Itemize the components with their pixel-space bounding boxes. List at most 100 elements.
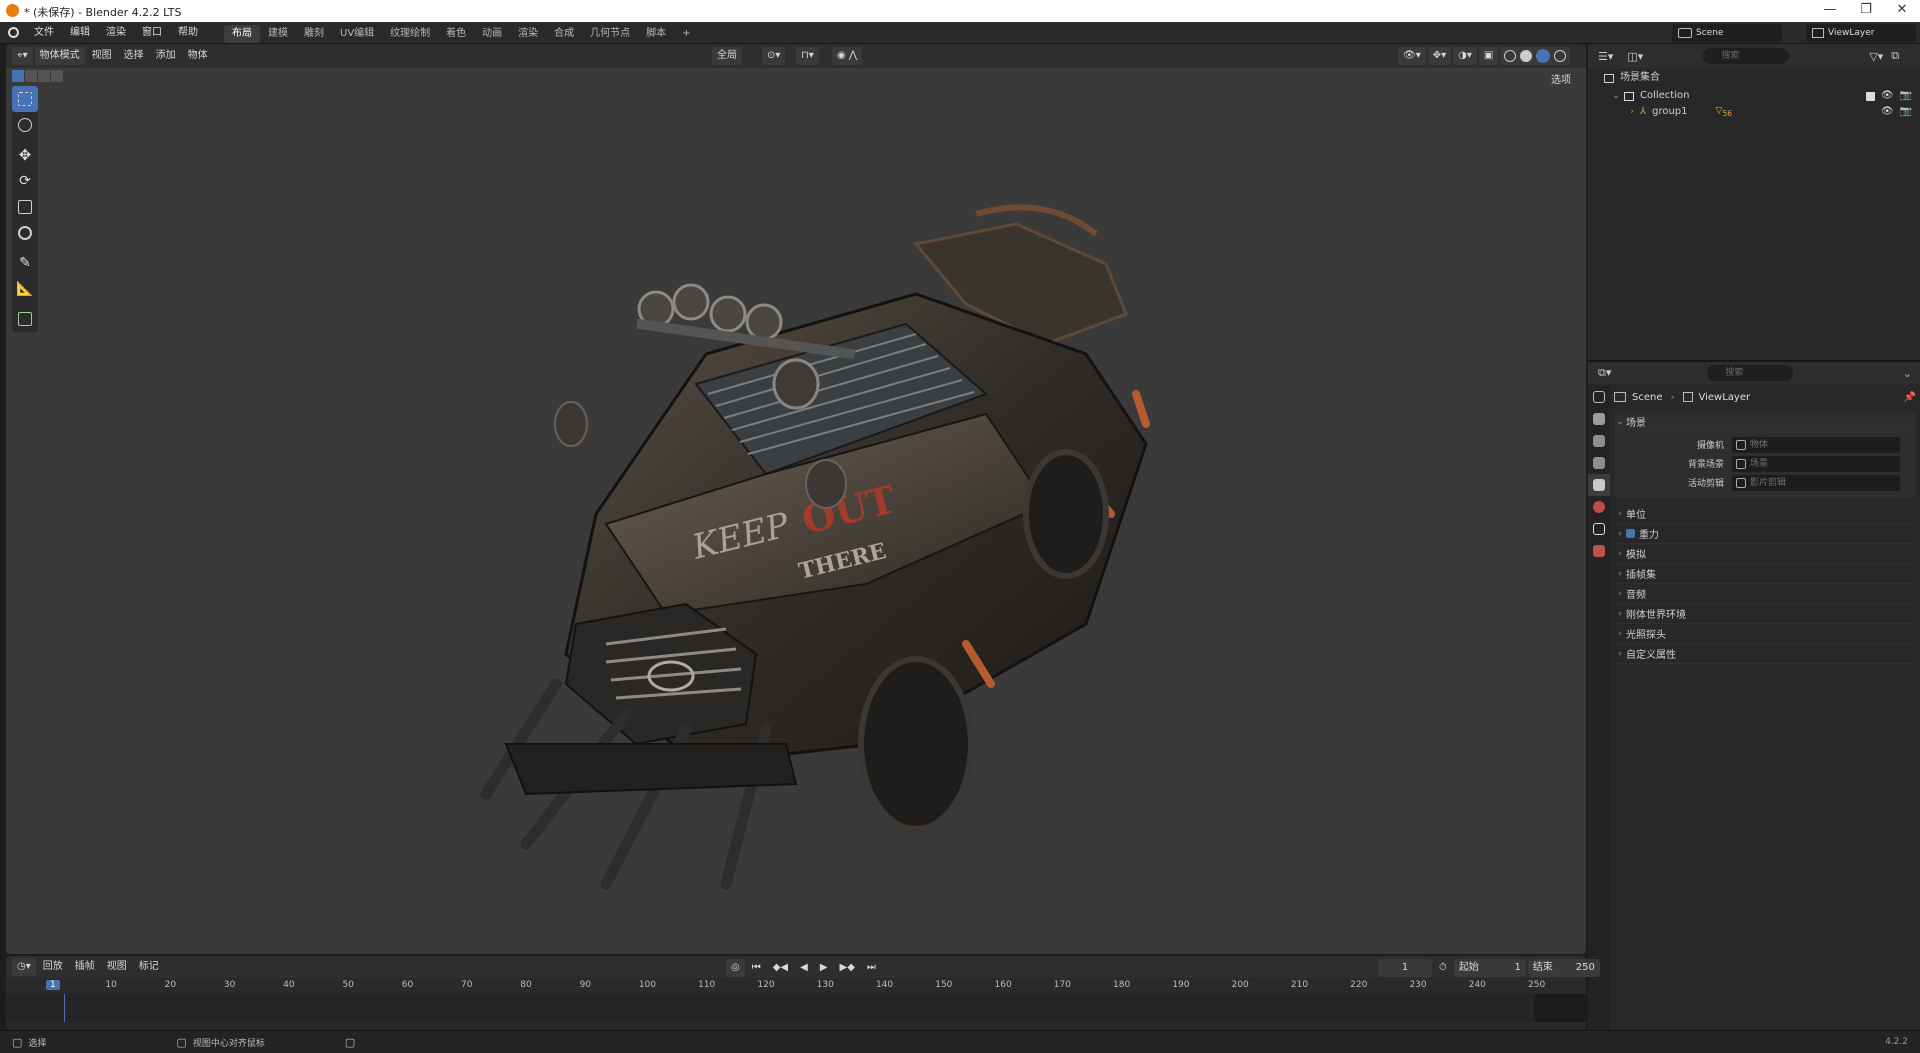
tab-uv-editing[interactable]: UV编辑	[332, 25, 382, 43]
stopwatch-icon[interactable]: ⏱	[1434, 959, 1452, 977]
start-frame-field[interactable]: 起始 1	[1453, 959, 1526, 977]
tab-rendering[interactable]: 渲染	[510, 25, 546, 43]
menu-add[interactable]: 添加	[151, 47, 181, 65]
collection-row[interactable]: ⌄ Collection 👁 📷	[1588, 88, 1920, 104]
select-subtract-icon[interactable]	[38, 70, 50, 82]
tab-texture-paint[interactable]: 纹理绘制	[382, 25, 438, 43]
texture-tab-icon[interactable]	[1588, 540, 1610, 562]
properties-search-input[interactable]: 搜索	[1707, 365, 1794, 381]
render-tab-icon[interactable]	[1588, 408, 1610, 430]
gravity-checkbox[interactable]	[1626, 529, 1635, 538]
gravity-section[interactable]: › 重力	[1614, 524, 1916, 544]
material-shading-icon[interactable]	[1536, 49, 1551, 63]
tab-scripting[interactable]: 脚本	[638, 25, 674, 43]
menu-keying[interactable]: 插帧	[70, 958, 100, 976]
tab-modeling[interactable]: 建模	[260, 25, 296, 43]
tab-compositing[interactable]: 合成	[546, 25, 582, 43]
chevron-down-icon[interactable]: ⌄	[1610, 88, 1622, 104]
menu-file[interactable]: 文件	[26, 22, 62, 44]
select-extend-icon[interactable]	[25, 70, 37, 82]
mode-selector[interactable]: 物体模式	[34, 47, 85, 65]
modifier-badge-icon[interactable]: ▽56	[1716, 103, 1732, 122]
annotate-tool[interactable]: ✎	[12, 250, 38, 276]
timeline-editor-icon[interactable]: ◷▾	[12, 958, 36, 976]
select-box-tool[interactable]	[12, 86, 38, 112]
collection-tab-icon[interactable]	[1588, 518, 1610, 540]
world-tab-icon[interactable]	[1588, 496, 1610, 518]
display-mode-icon[interactable]: ◫▾	[1627, 50, 1643, 63]
output-tab-icon[interactable]	[1588, 430, 1610, 452]
jump-start-icon[interactable]: ⏮	[747, 959, 766, 977]
close-button[interactable]: ✕	[1888, 2, 1916, 20]
play-icon[interactable]: ▶	[815, 959, 833, 977]
rigid-body-world-section[interactable]: › 刚体世界环境	[1614, 604, 1916, 624]
transform-orientation-selector[interactable]: 全局	[712, 47, 742, 65]
editor-type-button[interactable]: ⌖▾	[12, 47, 33, 65]
measure-tool[interactable]: 📐	[12, 276, 38, 302]
3d-viewport[interactable]: ⌖▾ 物体模式 视图 选择 添加 物体 全局 ⊙▾ ⊓▾ ◉ ⋀ 👁▾ ✥▾ ◑…	[6, 44, 1586, 954]
options-button[interactable]: 选项	[1546, 72, 1576, 90]
menu-marker[interactable]: 标记	[134, 958, 164, 976]
tab-animation[interactable]: 动画	[474, 25, 510, 43]
view-layer-selector[interactable]: ViewLayer	[1806, 24, 1916, 42]
audio-section[interactable]: › 音频	[1614, 584, 1916, 604]
active-clip-field[interactable]: 影片剪辑	[1732, 474, 1900, 491]
rotate-tool[interactable]: ⟳	[12, 168, 38, 194]
background-scene-field[interactable]: 场景	[1732, 455, 1900, 472]
scene-selector[interactable]: Scene	[1672, 24, 1782, 42]
visibility-icon[interactable]: 👁▾	[1398, 47, 1426, 65]
properties-menu-icon[interactable]: ⌄	[1903, 367, 1912, 380]
blender-menu-icon[interactable]	[0, 22, 26, 44]
new-collection-icon[interactable]: ⧉	[1891, 49, 1899, 63]
properties-editor-icon[interactable]: ⧉▾	[1598, 366, 1611, 380]
light-probes-section[interactable]: › 光照探头	[1614, 624, 1916, 644]
exclude-checkbox-icon[interactable]	[1865, 91, 1875, 101]
menu-help[interactable]: 帮助	[170, 22, 206, 44]
add-workspace-button[interactable]: +	[674, 25, 698, 43]
pivot-point-icon[interactable]: ⊙▾	[762, 47, 786, 65]
simulation-section[interactable]: › 模拟	[1614, 544, 1916, 564]
filter-icon[interactable]: ▽▾	[1869, 50, 1883, 63]
menu-render[interactable]: 渲染	[98, 22, 134, 44]
eye-icon[interactable]: 👁	[1881, 88, 1894, 104]
menu-window[interactable]: 窗口	[134, 22, 170, 44]
select-invert-icon[interactable]	[51, 70, 63, 82]
add-cube-tool[interactable]	[12, 306, 38, 332]
scene-tab-icon[interactable]	[1588, 474, 1610, 496]
xray-icon[interactable]: ▣	[1478, 47, 1499, 65]
end-frame-field[interactable]: 结束 250	[1527, 959, 1600, 977]
tab-shading[interactable]: 着色	[438, 25, 474, 43]
camera-icon[interactable]: 📷	[1900, 88, 1912, 104]
play-reverse-icon[interactable]: ◀	[795, 959, 813, 977]
snap-icon[interactable]: ⊓▾	[796, 47, 819, 65]
pin-icon[interactable]: 📌	[1904, 392, 1916, 403]
jump-end-icon[interactable]: ⏭	[862, 959, 881, 977]
select-new-icon[interactable]	[12, 70, 24, 82]
outliner-search-input[interactable]: 搜索	[1703, 48, 1790, 64]
keying-sets-section[interactable]: › 插帧集	[1614, 564, 1916, 584]
jump-keyframe-back-icon[interactable]: ◆◀	[768, 959, 793, 977]
scene-collection-row[interactable]: 场景集合	[1588, 68, 1920, 88]
frame-ruler[interactable]: 1 10 20 30 40 50 60 70 80 90 100 110 120 130 140 150 16…	[6, 980, 1586, 994]
camera-field[interactable]: 物体	[1732, 436, 1900, 453]
scene-section-header[interactable]: ⌄ 场景	[1614, 412, 1916, 432]
scale-tool[interactable]	[12, 194, 38, 220]
chevron-right-icon[interactable]: ›	[1626, 104, 1638, 120]
proportional-edit-icon[interactable]: ◉ ⋀	[832, 47, 863, 65]
tool-tab-icon[interactable]	[1588, 386, 1610, 408]
playhead-frame[interactable]: 1	[46, 980, 60, 990]
tab-layout[interactable]: 布局	[224, 24, 260, 43]
jump-keyframe-forward-icon[interactable]: ▶◆	[835, 959, 860, 977]
custom-properties-section[interactable]: › 自定义属性	[1614, 644, 1916, 664]
current-frame-field[interactable]: 1	[1378, 959, 1432, 977]
minimize-button[interactable]: —	[1816, 2, 1844, 20]
cursor-tool[interactable]	[12, 112, 38, 138]
maximize-button[interactable]: ❐	[1852, 2, 1880, 20]
auto-keying-icon[interactable]: ◎	[726, 959, 745, 977]
object-eye-icon[interactable]: 👁	[1881, 104, 1894, 120]
solid-shading-icon[interactable]	[1520, 50, 1533, 62]
wireframe-shading-icon[interactable]	[1504, 50, 1517, 62]
view-layer-tab-icon[interactable]	[1588, 452, 1610, 474]
menu-playback[interactable]: 回放	[38, 958, 68, 976]
menu-edit[interactable]: 编辑	[62, 22, 98, 44]
